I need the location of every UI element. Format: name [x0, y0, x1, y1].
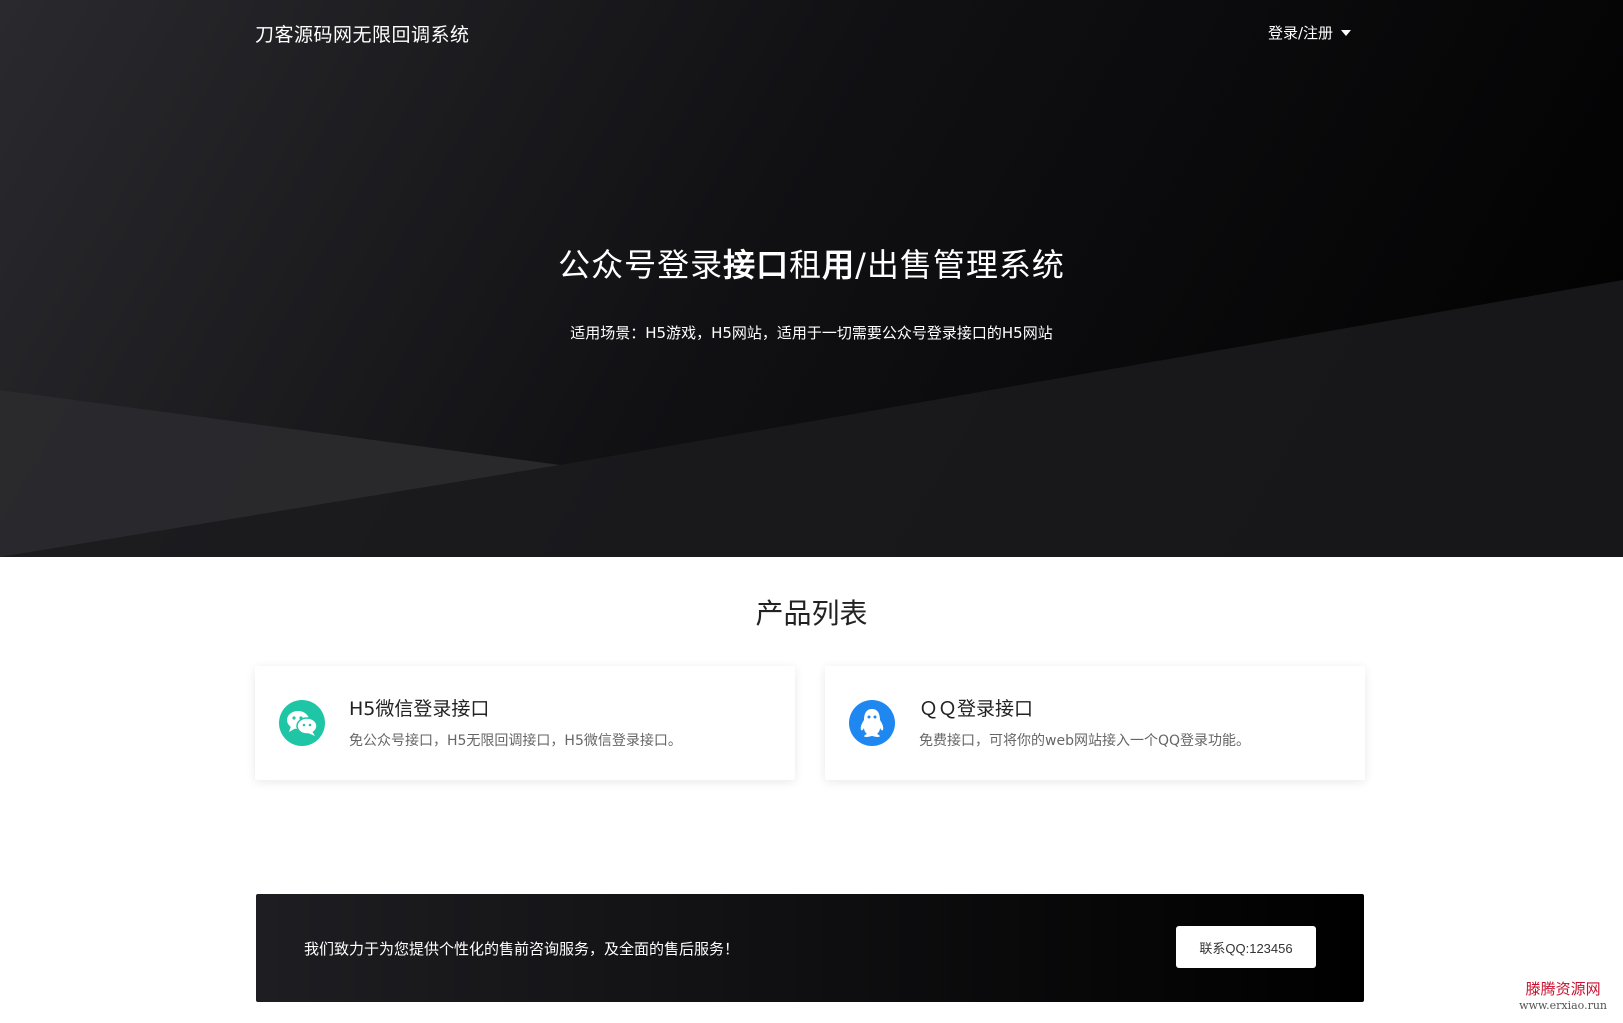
hero-title: 公众号登录接口租用/出售管理系统 — [0, 240, 1623, 286]
caret-down-icon — [1341, 29, 1352, 36]
login-register-label: 登录/注册 — [1268, 24, 1334, 42]
login-register-dropdown[interactable]: 登录/注册 — [1268, 22, 1352, 43]
contact-qq-button[interactable]: 联系QQ:123456 — [1176, 926, 1316, 968]
hero-title-bold1: 接口 — [723, 246, 790, 284]
site-watermark: 滕腾资源网 www.erxiao.run — [1519, 978, 1607, 1012]
hero-title-part1: 公众号登录 — [558, 246, 724, 284]
hero-title-bold2: 用 — [822, 246, 856, 284]
site-brand[interactable]: 刀客源码网无限回调系统 — [255, 20, 470, 47]
product-description: 免费接口，可将你的web网站接入一个QQ登录功能。 — [919, 733, 1250, 749]
hero-subtitle: 适用场景：H5游戏，H5网站，适用于一切需要公众号登录接口的H5网站 — [570, 324, 1053, 342]
hero-banner: 刀客源码网无限回调系统 登录/注册 公众号登录接口租用/出售管理系统 适用场景：… — [0, 0, 1623, 557]
top-navbar: 刀客源码网无限回调系统 登录/注册 — [0, 0, 1623, 66]
watermark-url: www.erxiao.run — [1519, 999, 1607, 1012]
wechat-icon — [279, 700, 325, 746]
product-card-wechat[interactable]: H5微信登录接口 免公众号接口，H5无限回调接口，H5微信登录接口。 — [255, 666, 795, 780]
hero-title-part3: /出售管理系统 — [855, 246, 1065, 284]
product-title[interactable]: H5微信登录接口 — [349, 694, 489, 721]
product-card-qq[interactable]: ＱＱ登录接口 免费接口，可将你的web网站接入一个QQ登录功能。 — [825, 666, 1365, 780]
product-title[interactable]: ＱＱ登录接口 — [919, 694, 1033, 721]
watermark-title: 滕腾资源网 — [1525, 980, 1601, 998]
products-heading: 产品列表 — [755, 597, 868, 630]
qq-icon — [849, 700, 895, 746]
contact-banner: 我们致力于为您提供个性化的售前咨询服务，及全面的售后服务！ 联系QQ:12345… — [256, 894, 1364, 1002]
product-description: 免公众号接口，H5无限回调接口，H5微信登录接口。 — [349, 733, 682, 749]
hero-title-part2: 租 — [789, 246, 823, 284]
contact-banner-text: 我们致力于为您提供个性化的售前咨询服务，及全面的售后服务！ — [304, 940, 740, 958]
